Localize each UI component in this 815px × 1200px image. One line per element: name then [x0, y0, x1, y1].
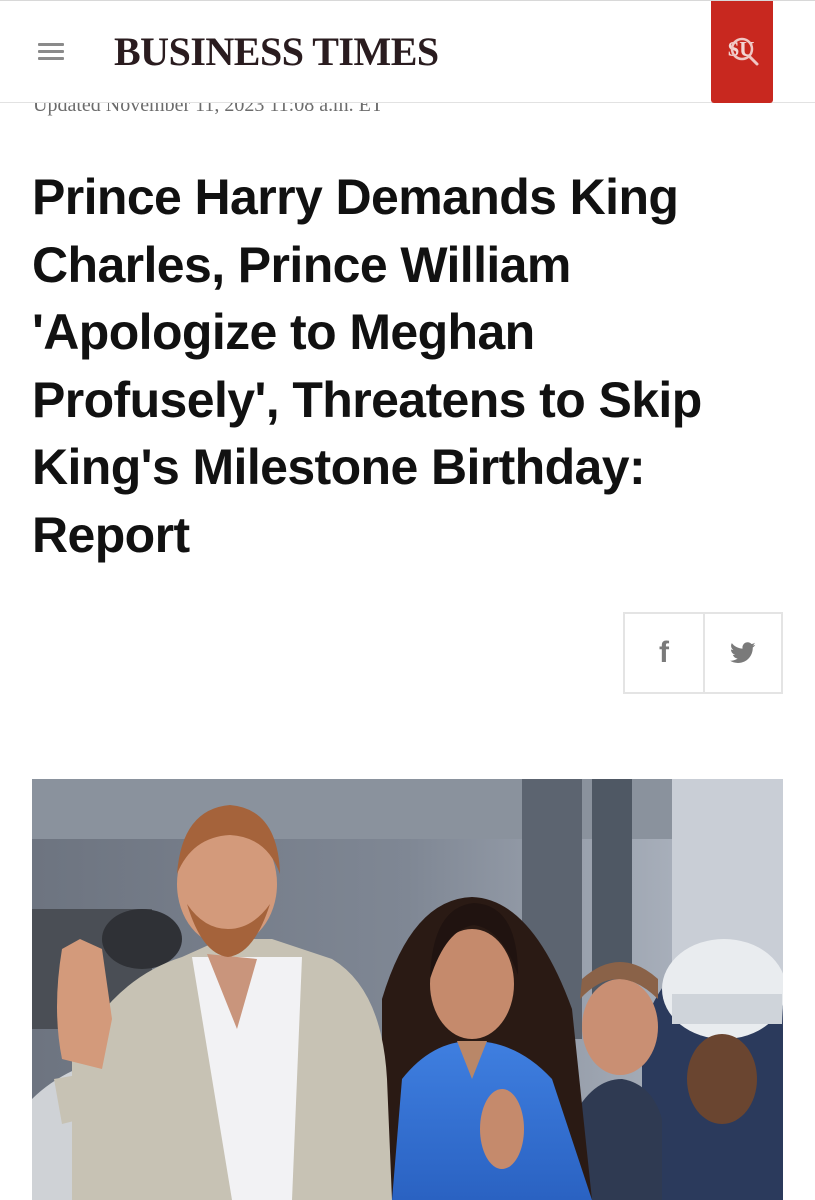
article-headline: Prince Harry Demands King Charles, Princ…: [32, 169, 702, 563]
share-facebook-button[interactable]: f: [625, 614, 703, 692]
twitter-icon: [729, 642, 756, 663]
site-header: BUSINESS TIMES SU: [0, 0, 815, 103]
hero-photo: [32, 779, 783, 1200]
search-icon: [730, 37, 759, 66]
search-button[interactable]: SU: [711, 1, 773, 103]
facebook-icon: f: [658, 636, 669, 669]
share-twitter-button[interactable]: [702, 614, 781, 692]
share-buttons: f: [623, 612, 783, 694]
site-logo[interactable]: BUSINESS TIMES: [114, 29, 439, 75]
hamburger-menu-icon[interactable]: [38, 41, 66, 63]
